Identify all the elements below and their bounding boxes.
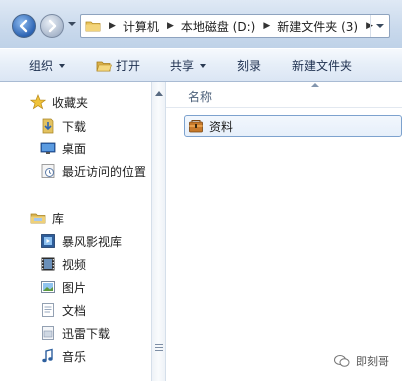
nav-item-label: 文档 (62, 303, 87, 318)
watermark-text: 即刻哥 (356, 355, 389, 368)
back-button[interactable] (12, 14, 36, 38)
library-icon (30, 213, 46, 224)
nav-item-documents[interactable]: 文档 (40, 300, 86, 320)
download-folder-icon (42, 118, 54, 134)
share-label: 共享 (170, 59, 195, 73)
scroll-up-arrow-icon[interactable] (155, 91, 163, 96)
picture-icon (41, 281, 55, 293)
arrow-left-icon (19, 19, 28, 33)
watermark: 即刻哥 (334, 353, 389, 369)
breadcrumb-separator: ▶ (109, 21, 116, 31)
breadcrumb-separator: ▶ (166, 21, 174, 31)
arrow-right-icon (48, 19, 57, 33)
open-button[interactable]: 打开 (96, 49, 140, 82)
sort-ascending-icon (311, 83, 319, 87)
burn-button[interactable]: 刻录 (237, 49, 261, 82)
address-toolbar: ▶ 计算机 ▶ 本地磁盘 (D:) ▶ 新建文件夹 (3) ▶ (0, 0, 402, 48)
file-list-pane: 名称 资料 即刻哥 (166, 82, 402, 381)
breadcrumb-drive[interactable]: 本地磁盘 (D:) (181, 18, 255, 35)
star-icon (30, 94, 46, 110)
breadcrumb-folder[interactable]: 新建文件夹 (3) (277, 18, 358, 35)
new-folder-button[interactable]: 新建文件夹 (292, 49, 352, 82)
folder-icon (85, 21, 101, 32)
video-library-icon (41, 234, 55, 248)
video-icon (41, 257, 55, 271)
nav-item-label: 暴风影视库 (62, 234, 123, 249)
nav-item-label: 图片 (62, 280, 87, 295)
navigation-pane-scrollbar[interactable] (152, 82, 166, 381)
column-header-row: 名称 (166, 82, 402, 108)
address-history-dropdown[interactable] (370, 15, 389, 37)
nav-item-label: 下载 (62, 119, 87, 134)
organize-label: 组织 (29, 59, 54, 73)
thunder-download-icon (42, 326, 54, 340)
chevron-down-icon (200, 63, 207, 68)
file-item-name: 资料 (209, 119, 234, 134)
forward-button[interactable] (40, 14, 64, 38)
column-header-name[interactable]: 名称 (188, 88, 212, 105)
nav-item-recent-places[interactable]: 最近访问的位置 (40, 161, 146, 181)
recent-pages-dropdown[interactable] (68, 22, 76, 26)
organize-button[interactable]: 组织 (29, 49, 66, 82)
address-bar[interactable]: ▶ 计算机 ▶ 本地磁盘 (D:) ▶ 新建文件夹 (3) ▶ (80, 14, 390, 38)
nav-item-label: 迅雷下载 (62, 326, 111, 341)
file-item[interactable]: 资料 (184, 115, 402, 137)
burn-label: 刻录 (237, 59, 262, 73)
archive-folder-icon (189, 120, 203, 133)
command-bar: 组织 打开 共享 刻录 新建文件夹 (0, 48, 402, 82)
navigation-pane: 收藏夹 下载 桌面 最近访问的位置 库 暴风影视库 视频 图片 文档 迅雷下载 … (0, 82, 152, 381)
document-icon (42, 303, 54, 317)
nav-item-label: 音乐 (62, 349, 87, 364)
nav-item-video-library[interactable]: 暴风影视库 (40, 231, 122, 251)
desktop-icon (40, 142, 56, 154)
nav-favorites-label: 收藏夹 (52, 95, 89, 110)
nav-item-desktop[interactable]: 桌面 (40, 138, 86, 158)
splitter-grip[interactable] (155, 344, 163, 351)
open-folder-icon (96, 61, 112, 71)
nav-item-music[interactable]: 音乐 (40, 346, 86, 366)
nav-libraries-label: 库 (52, 211, 65, 226)
nav-item-label: 视频 (62, 257, 87, 272)
nav-item-label: 最近访问的位置 (62, 164, 147, 179)
chevron-down-icon (59, 63, 66, 68)
nav-item-pictures[interactable]: 图片 (40, 277, 86, 297)
music-icon (42, 348, 53, 363)
recent-places-icon (41, 164, 55, 178)
open-label: 打开 (116, 59, 141, 73)
nav-libraries[interactable]: 库 (30, 208, 64, 228)
new-folder-label: 新建文件夹 (292, 59, 353, 73)
share-button[interactable]: 共享 (170, 49, 207, 82)
nav-item-downloads[interactable]: 下载 (40, 116, 86, 136)
breadcrumb-computer[interactable]: 计算机 (123, 18, 159, 35)
nav-item-thunder-download[interactable]: 迅雷下载 (40, 323, 110, 343)
breadcrumb-separator: ▶ (263, 21, 271, 31)
nav-item-videos[interactable]: 视频 (40, 254, 86, 274)
wechat-icon (334, 355, 350, 367)
nav-favorites[interactable]: 收藏夹 (30, 92, 88, 112)
nav-item-label: 桌面 (62, 141, 87, 156)
